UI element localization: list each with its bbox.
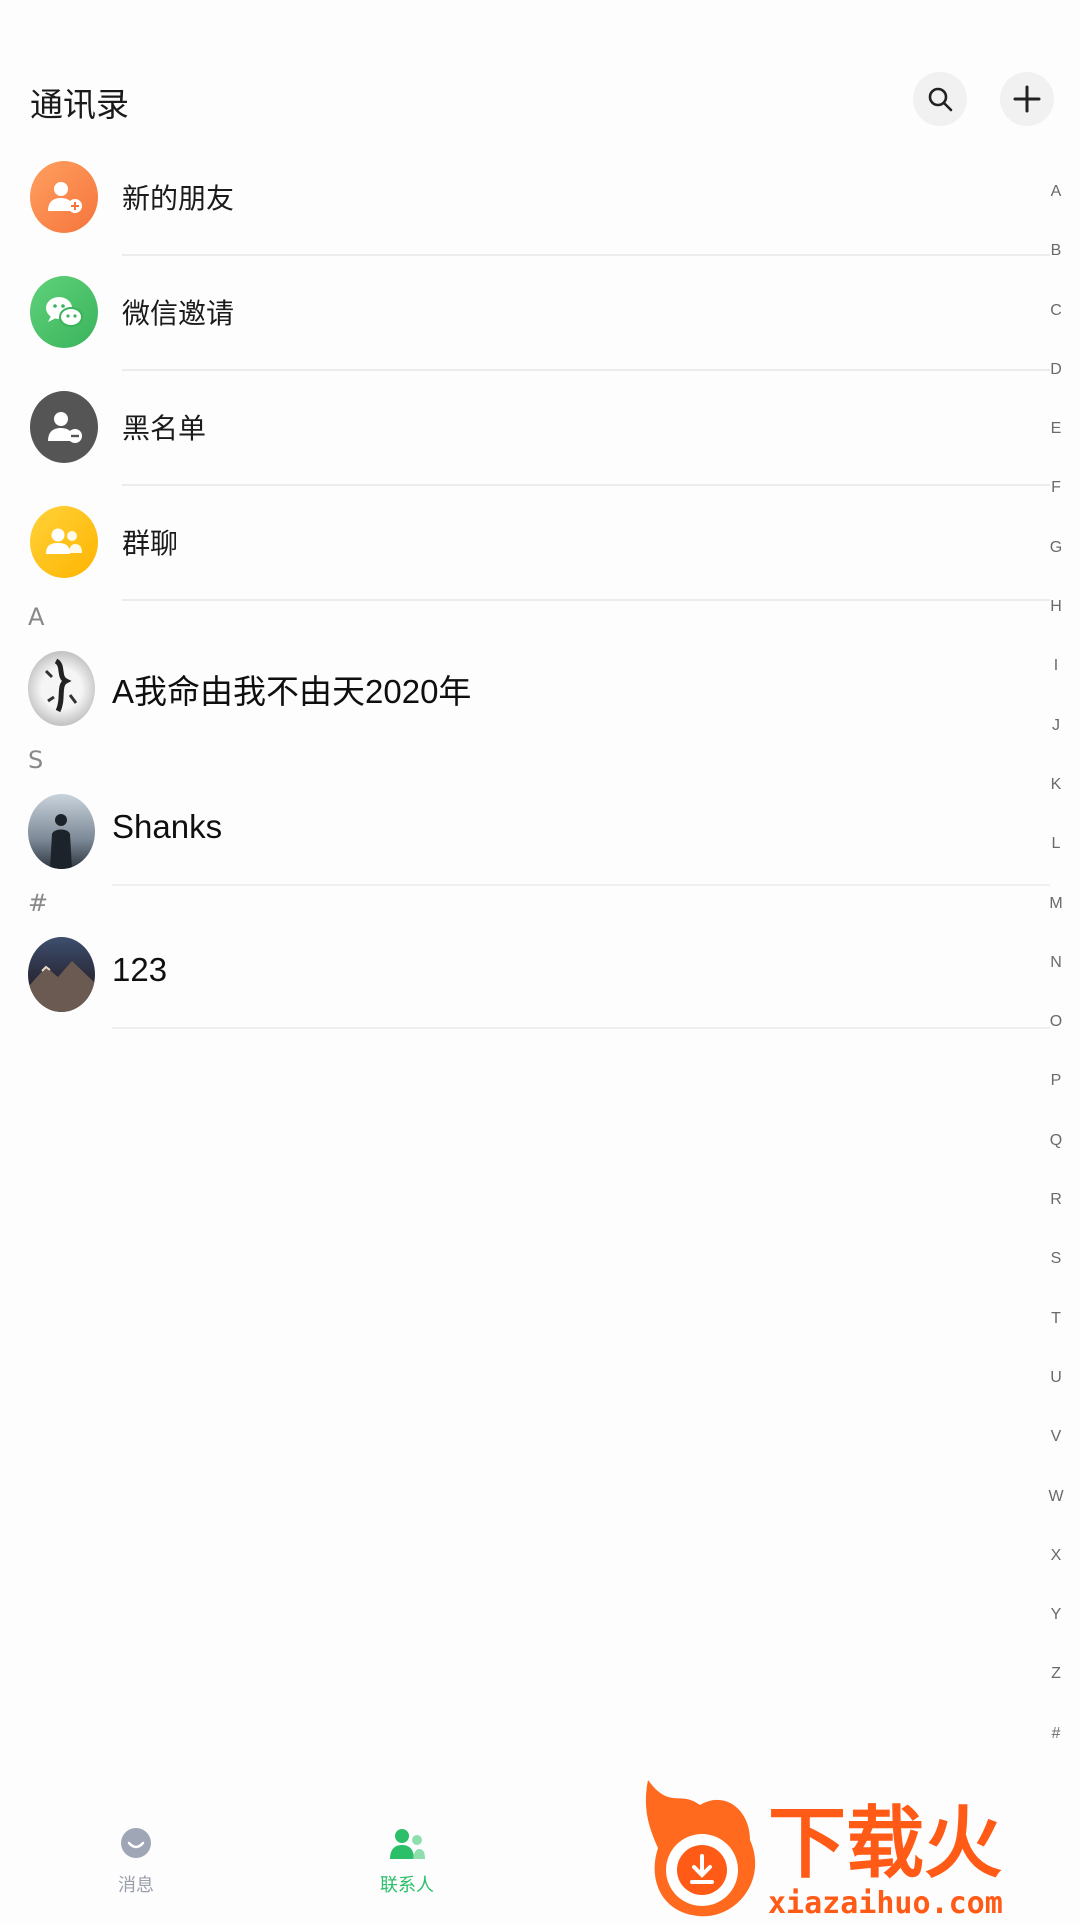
contact-name: 123 — [112, 951, 168, 988]
page-title: 通讯录 — [30, 85, 129, 124]
contacts-icon — [390, 1829, 425, 1859]
index-letter[interactable]: Z — [1038, 1665, 1074, 1724]
divider — [112, 1027, 1050, 1029]
tab-label: 联系人 — [380, 1875, 434, 1896]
index-letter[interactable]: I — [1038, 657, 1074, 716]
entry-blacklist[interactable]: 黑名单 — [0, 370, 1050, 486]
index-letter[interactable]: X — [1038, 1547, 1074, 1606]
index-letter[interactable]: J — [1038, 717, 1074, 776]
index-letter[interactable]: K — [1038, 776, 1074, 835]
entry-label: 黑名单 — [122, 412, 207, 445]
watermark-url: xiazaihuo.com — [768, 1886, 1003, 1920]
index-letter[interactable]: L — [1038, 835, 1074, 894]
wechat-icon — [30, 276, 98, 348]
index-letter[interactable]: C — [1038, 302, 1074, 361]
search-button[interactable] — [913, 72, 967, 126]
index-letter[interactable]: E — [1038, 420, 1074, 479]
index-letter[interactable]: W — [1038, 1488, 1074, 1547]
index-letter[interactable]: Q — [1038, 1132, 1074, 1191]
index-letter[interactable]: U — [1038, 1369, 1074, 1428]
index-letter[interactable]: G — [1038, 539, 1074, 598]
watermark-brand: 下载火 — [768, 1799, 1002, 1889]
add-button[interactable] — [1000, 72, 1054, 126]
tab-contacts[interactable]: 联系人 — [347, 1827, 467, 1897]
contact-row[interactable]: A我命由我不由天2020年 — [0, 625, 1050, 743]
watermark: 下载火 xiazaihuo.com — [640, 1770, 1080, 1921]
entry-label: 新的朋友 — [122, 182, 235, 215]
index-letter[interactable]: A — [1038, 183, 1074, 242]
divider — [122, 599, 1050, 601]
divider — [112, 884, 1050, 886]
entry-group-chat[interactable]: 群聊 — [0, 485, 1050, 601]
index-letter[interactable]: T — [1038, 1310, 1074, 1369]
entry-label: 群聊 — [122, 527, 179, 560]
avatar — [28, 651, 95, 726]
alphabet-index[interactable]: A B C D E F G H I J K L M N O P Q R S T U V W X Y Z # — [1038, 183, 1074, 1784]
index-letter[interactable]: F — [1038, 479, 1074, 538]
flame-logo-icon: 下载火 xiazaihuo.com — [645, 1780, 1003, 1921]
index-letter[interactable]: R — [1038, 1191, 1074, 1250]
contact-name: A我命由我不由天2020年 — [112, 673, 472, 710]
entry-wechat-invite[interactable]: 微信邀请 — [0, 255, 1050, 371]
chat-bubble-icon — [121, 1828, 151, 1858]
tab-label: 消息 — [118, 1875, 154, 1896]
block-user-icon — [30, 391, 98, 463]
index-letter[interactable]: H — [1038, 598, 1074, 657]
plus-icon — [1013, 85, 1041, 113]
index-letter[interactable]: O — [1038, 1013, 1074, 1072]
group-icon — [30, 506, 98, 578]
index-letter[interactable]: D — [1038, 361, 1074, 420]
index-letter[interactable]: B — [1038, 242, 1074, 301]
index-letter[interactable]: N — [1038, 954, 1074, 1013]
index-letter[interactable]: P — [1038, 1072, 1074, 1131]
index-letter[interactable]: S — [1038, 1250, 1074, 1309]
search-icon — [928, 87, 953, 112]
contact-name: Shanks — [112, 808, 223, 845]
index-letter[interactable]: Y — [1038, 1606, 1074, 1665]
tab-messages[interactable]: 消息 — [76, 1827, 196, 1897]
index-letter[interactable]: M — [1038, 895, 1074, 954]
avatar — [28, 937, 95, 1012]
contact-row[interactable]: Shanks — [0, 768, 1050, 886]
index-letter[interactable]: V — [1038, 1428, 1074, 1487]
avatar — [28, 794, 95, 869]
contact-row[interactable]: 123 — [0, 911, 1050, 1029]
entry-new-friends[interactable]: 新的朋友 — [0, 140, 1050, 256]
add-user-icon — [30, 161, 98, 233]
entry-label: 微信邀请 — [122, 297, 235, 330]
